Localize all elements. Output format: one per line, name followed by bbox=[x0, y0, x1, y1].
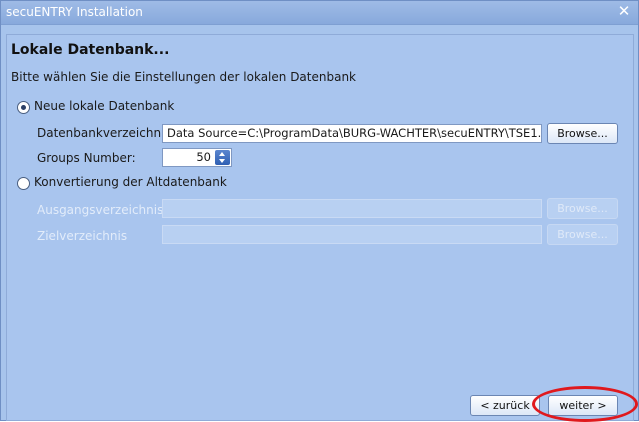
browse-directory-button[interactable]: Browse... bbox=[547, 123, 618, 144]
page-subtitle: Bitte wählen Sie die Einstellungen der l… bbox=[11, 70, 357, 84]
back-button[interactable]: < zurück bbox=[470, 395, 540, 416]
database-directory-input[interactable]: Data Source=C:\ProgramData\BURG-WACHTER\… bbox=[162, 124, 542, 143]
database-directory-label: Datenbankverzeichnis bbox=[37, 126, 171, 140]
source-directory-input bbox=[162, 199, 542, 218]
source-directory-label: Ausgangsverzeichnis bbox=[37, 203, 164, 217]
groups-number-value[interactable]: 50 bbox=[196, 149, 211, 166]
browse-target-button: Browse... bbox=[547, 224, 618, 245]
radio-convert-database[interactable] bbox=[17, 177, 30, 190]
groups-number-stepper[interactable]: 50 bbox=[162, 148, 232, 167]
groups-number-label: Groups Number: bbox=[37, 151, 136, 165]
page-title: Lokale Datenbank... bbox=[11, 42, 170, 58]
highlight-annotation bbox=[532, 386, 638, 422]
stepper-arrows-icon[interactable] bbox=[215, 150, 230, 165]
radio-new-database[interactable] bbox=[17, 101, 30, 114]
radio-convert-database-label[interactable]: Konvertierung der Altdatenbank bbox=[34, 175, 227, 189]
browse-source-button: Browse... bbox=[547, 198, 618, 219]
target-directory-input bbox=[162, 225, 542, 244]
close-icon[interactable]: ✕ bbox=[616, 2, 632, 20]
target-directory-label: Zielverzeichnis bbox=[37, 229, 128, 243]
radio-new-database-label[interactable]: Neue lokale Datenbank bbox=[34, 99, 174, 113]
window-title: secuENTRY Installation bbox=[6, 5, 143, 19]
title-bar: secuENTRY Installation ✕ bbox=[1, 1, 638, 25]
